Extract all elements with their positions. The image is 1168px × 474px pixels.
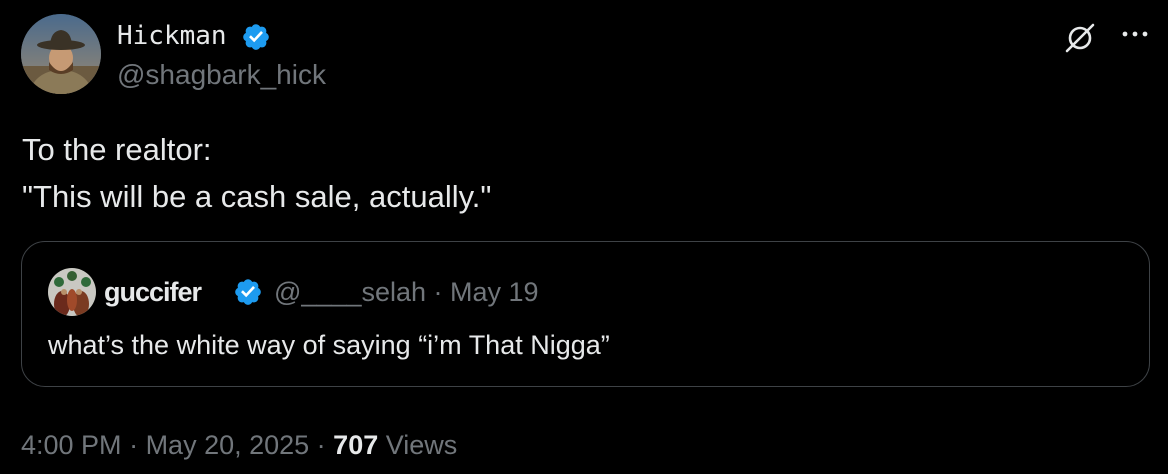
tweet-time[interactable]: 4:00 PM [21, 430, 122, 460]
meta-separator: · [121, 430, 146, 460]
avatar-image [21, 14, 101, 94]
author-avatar[interactable] [21, 14, 101, 94]
views-label: Views [378, 430, 458, 460]
tweet-detail: Hickman @shagbark_hick To the realtor: "… [0, 0, 1168, 474]
tweet-date[interactable]: May 20, 2025 [146, 430, 310, 460]
verified-badge-icon[interactable] [233, 277, 263, 307]
more-options-icon[interactable] [1118, 20, 1152, 50]
quoted-author-avatar[interactable] [48, 268, 96, 316]
quoted-tweet-text: what’s the white way of saying “i’m That… [48, 330, 610, 360]
grok-icon[interactable] [1062, 20, 1098, 56]
verified-badge-icon[interactable] [241, 22, 271, 52]
tweet-text: To the realtor: "This will be a cash sal… [22, 126, 1142, 220]
meta-separator: · [309, 430, 334, 460]
tweet-meta: 4:00 PM · May 20, 2025 · 707 Views [21, 428, 457, 462]
tweet-text-line: To the realtor: [22, 132, 212, 167]
author-handle[interactable]: @shagbark_hick [117, 58, 326, 92]
tweet-text-line: "This will be a cash sale, actually." [22, 179, 492, 214]
quoted-author-name[interactable]: guccifer [104, 276, 202, 308]
quoted-avatar-image [48, 268, 96, 316]
quoted-author-handle-date[interactable]: @____selah · May 19 [274, 276, 539, 308]
quoted-tweet-card[interactable]: guccifer @____selah · May 19 what’s the … [21, 241, 1150, 387]
author-display-name[interactable]: Hickman [117, 20, 227, 52]
views-count[interactable]: 707 [333, 430, 378, 460]
